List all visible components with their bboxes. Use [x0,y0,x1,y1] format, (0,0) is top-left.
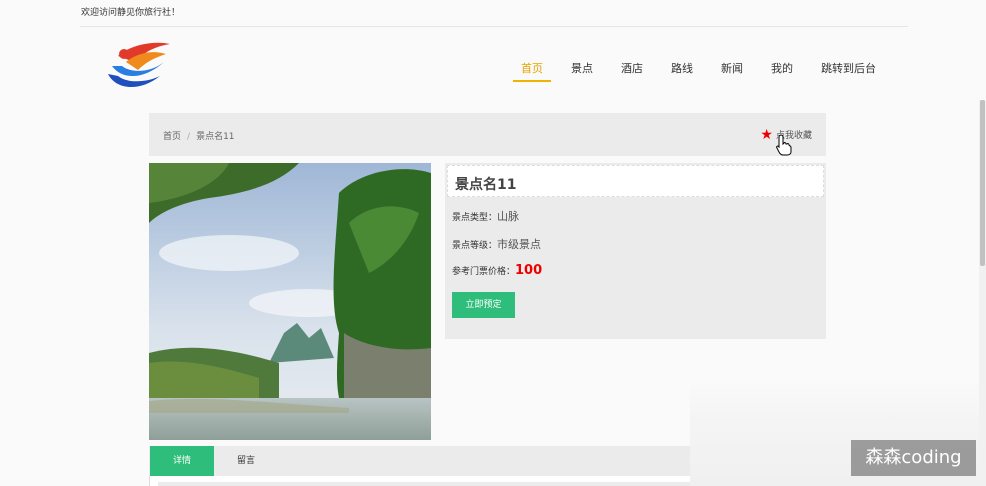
nav-item-mine[interactable]: 我的 [757,62,807,82]
breadcrumb-home[interactable]: 首页 [163,132,181,142]
tab-details[interactable]: 详情 [150,446,214,476]
title-box: 景点名11 [447,165,824,197]
star-icon: ★ [760,126,773,143]
top-bar: 欢迎访问静见你旅行社！ [0,0,986,26]
price-label: 参考门票价格： [452,267,516,277]
welcome-text: 欢迎访问静见你旅行社！ [81,8,181,18]
nav-item-news[interactable]: 新闻 [707,62,757,82]
level-row: 景点等级：市级景点 [452,236,541,252]
site-logo[interactable] [104,36,174,90]
top-divider [80,26,908,27]
nav-item-routes[interactable]: 路线 [657,62,707,82]
breadcrumb-bar: 首页 / 景点名11 ★ 点我收藏 [149,113,826,156]
level-label: 景点等级： [452,241,498,251]
attraction-title: 景点名11 [455,177,517,193]
breadcrumb: 首页 / 景点名11 [163,129,235,142]
type-row: 景点类型：山脉 [452,208,519,224]
nav-item-home[interactable]: 首页 [507,62,557,82]
scrollbar-thumb[interactable] [980,100,985,266]
breadcrumb-current: 景点名11 [196,132,235,142]
price-row: 参考门票价格：100 [452,263,542,278]
type-value: 山脉 [497,210,520,223]
breadcrumb-separator: / [187,132,191,142]
level-value: 市级景点 [497,238,542,251]
nav-item-admin[interactable]: 跳转到后台 [807,62,890,82]
attraction-photo [149,163,431,440]
price-value: 100 [515,263,543,278]
watermark: 森森coding [851,440,976,476]
nav-item-attractions[interactable]: 景点 [557,62,607,82]
book-now-button[interactable]: 立即预定 [452,292,515,318]
tab-content [149,476,691,486]
main-nav: 首页 景点 酒店 路线 新闻 我的 跳转到后台 [507,62,890,82]
attraction-info-panel: 景点名11 景点类型：山脉 景点等级：市级景点 参考门票价格：100 立即预定 [445,163,826,339]
hand-cursor-icon [776,134,792,156]
type-label: 景点类型： [452,213,498,223]
tab-comments[interactable]: 留言 [214,446,278,476]
nav-item-hotels[interactable]: 酒店 [607,62,657,82]
detail-tabs: 详情 留言 [149,446,690,476]
